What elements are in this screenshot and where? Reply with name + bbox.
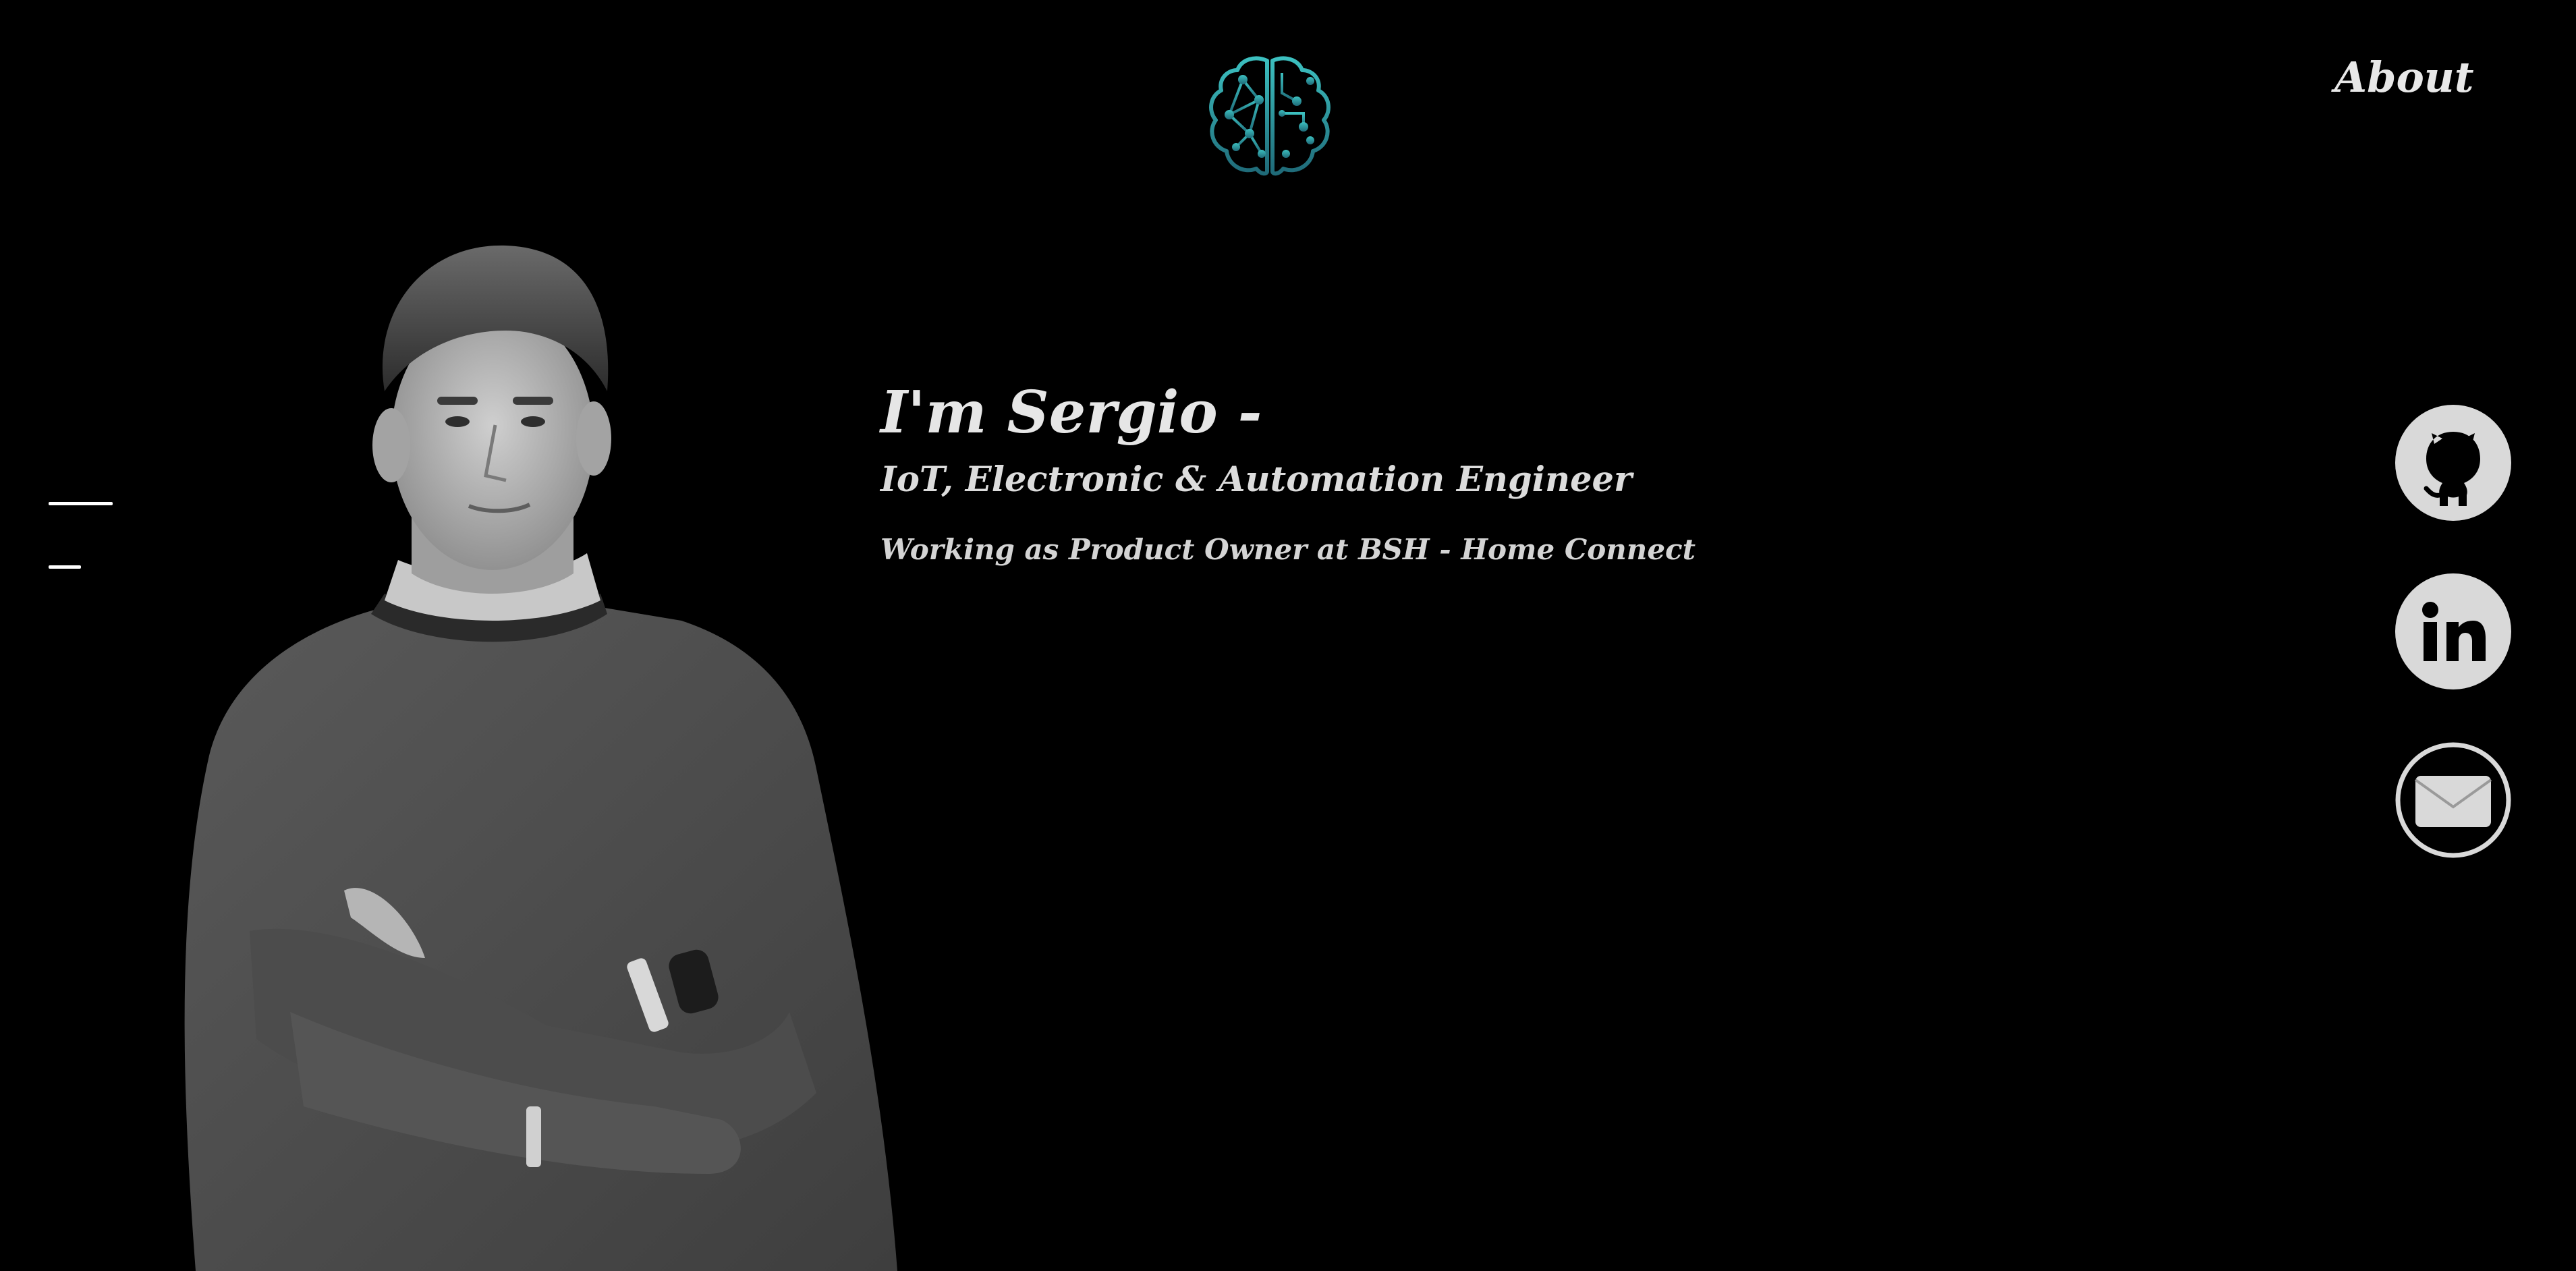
menu-line-long [49, 502, 113, 505]
linkedin-link[interactable] [2395, 573, 2511, 689]
mail-icon [2395, 742, 2511, 858]
social-links [2395, 405, 2513, 911]
github-link[interactable] [2395, 405, 2511, 521]
hero-subtitle: IoT, Electronic & Automation Engineer [880, 459, 1632, 501]
menu-line-short [49, 565, 81, 569]
hero-title: I'm Sergio - [880, 378, 1262, 447]
nav-about-link[interactable]: About [2334, 53, 2474, 102]
page: About I'm Sergio - IoT, Electronic & Aut… [0, 0, 2576, 1271]
hero-role: Working as Product Owner at BSH - Home C… [880, 533, 1696, 567]
brain-circuit-logo-icon[interactable] [1202, 53, 1337, 181]
hamburger-menu-icon[interactable] [49, 492, 116, 573]
hero-section: I'm Sergio - IoT, Electronic & Automatio… [880, 378, 1893, 567]
linkedin-icon [2395, 573, 2511, 689]
github-icon [2395, 405, 2511, 521]
profile-photo [169, 216, 911, 1271]
email-link[interactable] [2395, 742, 2511, 858]
